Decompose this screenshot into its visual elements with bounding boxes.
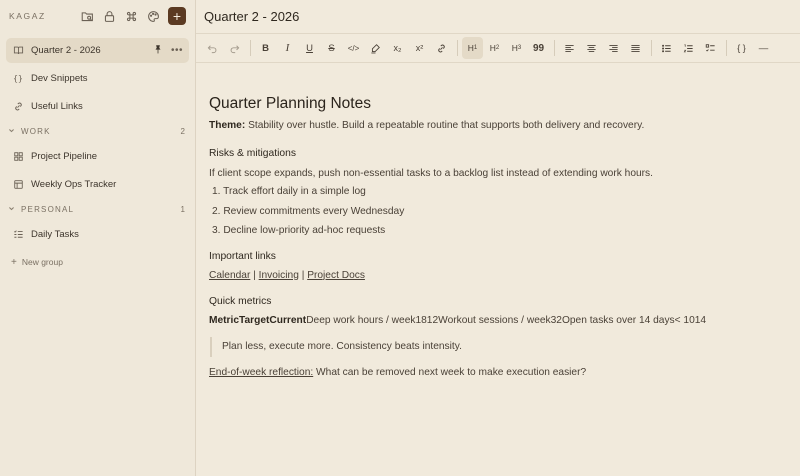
sidebar-item-label: Quarter 2 - 2026 — [31, 45, 101, 56]
app-brand: KAGAZ — [9, 11, 46, 21]
metrics-table: MetricTargetCurrentDeep work hours / wee… — [209, 315, 800, 326]
align-center-icon[interactable] — [581, 37, 602, 59]
align-right-icon[interactable] — [603, 37, 624, 59]
horizontal-rule-button[interactable]: — — [753, 37, 774, 59]
book-icon — [12, 45, 24, 57]
bold-button[interactable]: B — [255, 37, 276, 59]
theme-text: Stability over hustle. Build a repeatabl… — [245, 120, 645, 131]
group-header-work[interactable]: WORK 2 — [0, 122, 195, 140]
sidebar-item-daily-tasks[interactable]: Daily Tasks — [6, 222, 189, 247]
align-left-icon[interactable] — [559, 37, 580, 59]
risks-paragraph: If client scope expands, push non-essent… — [209, 168, 653, 179]
numbered-list-icon[interactable] — [678, 37, 699, 59]
command-icon[interactable] — [120, 5, 142, 27]
toolbar-divider — [554, 40, 555, 56]
links-paragraph: Calendar | Invoicing | Project Docs — [209, 270, 800, 281]
sidebar-item-quarter-2[interactable]: Quarter 2 - 2026 ••• — [6, 38, 189, 63]
italic-button[interactable]: I — [277, 37, 298, 59]
theme-label: Theme: — [209, 120, 246, 131]
new-group-button[interactable]: + New group — [0, 252, 195, 272]
group-title: WORK — [21, 126, 51, 136]
group-title: PERSONAL — [21, 204, 75, 214]
undo-button[interactable] — [202, 37, 223, 59]
lock-icon[interactable] — [98, 5, 120, 27]
document-body[interactable]: Quarter Planning Notes Theme: Stability … — [196, 63, 800, 378]
sidebar-item-project-pipeline[interactable]: Project Pipeline — [6, 144, 189, 169]
document-title[interactable]: Quarter 2 - 2026 — [196, 0, 800, 33]
sidebar: KAGAZ + Quarter 2 - 2026 ••• {} Dev Snip… — [0, 0, 196, 476]
toolbar-divider — [250, 40, 251, 56]
toolbar-divider — [457, 40, 458, 56]
project-docs-link[interactable]: Project Docs — [307, 270, 365, 281]
redo-button[interactable] — [224, 37, 245, 59]
editor-pane: Quarter 2 - 2026 B I U S </> x₂ x² H1 H … — [196, 0, 800, 476]
bullet-list-icon[interactable] — [656, 37, 677, 59]
underline-button[interactable]: U — [299, 37, 320, 59]
toolbar-divider — [651, 40, 652, 56]
strikethrough-button[interactable]: S — [321, 37, 342, 59]
blockquote-button[interactable]: 99 — [528, 37, 549, 59]
invoicing-link[interactable]: Invoicing — [259, 270, 299, 281]
link-separator: | — [250, 269, 259, 281]
heading-1-button[interactable]: H1 — [462, 37, 483, 59]
sidebar-item-label: Daily Tasks — [31, 229, 79, 240]
chevron-down-icon — [8, 127, 16, 136]
metrics-rows: Deep work hours / week1812Workout sessio… — [306, 314, 707, 326]
sidebar-item-useful-links[interactable]: Useful Links — [6, 94, 189, 119]
link-separator: | — [298, 269, 308, 281]
page-heading: Quarter Planning Notes — [209, 95, 371, 112]
superscript-button[interactable]: x² — [409, 37, 430, 59]
more-options-icon[interactable]: ••• — [171, 45, 183, 56]
sidebar-item-dev-snippets[interactable]: {} Dev Snippets — [6, 66, 189, 91]
risks-heading: Risks & mitigations — [209, 148, 296, 159]
group-header-personal[interactable]: PERSONAL 1 — [0, 200, 195, 218]
group-count: 2 — [180, 126, 185, 136]
metrics-heading: Quick metrics — [209, 295, 272, 307]
grid-icon — [12, 151, 24, 163]
palette-icon[interactable] — [142, 5, 164, 27]
chevron-down-icon — [8, 205, 16, 214]
task-list-icon[interactable] — [700, 37, 721, 59]
inline-code-button[interactable]: </> — [343, 37, 364, 59]
sidebar-item-label: Dev Snippets — [31, 73, 88, 84]
heading-2-button[interactable]: H2 — [484, 37, 505, 59]
mitigation-list: 1. Track effort daily in a simple log 2.… — [209, 185, 800, 244]
plus-icon: + — [11, 256, 17, 268]
sidebar-item-weekly-ops-tracker[interactable]: Weekly Ops Tracker — [6, 172, 189, 197]
app-window: KAGAZ + Quarter 2 - 2026 ••• {} Dev Snip… — [0, 0, 800, 476]
reflection-paragraph: End-of-week reflection: What can be remo… — [209, 367, 800, 378]
metrics-header: MetricTargetCurrent — [209, 314, 307, 326]
sidebar-tools: + — [76, 5, 186, 27]
sidebar-header: KAGAZ + — [0, 0, 195, 32]
sidebar-item-label: Useful Links — [31, 101, 83, 112]
subscript-button[interactable]: x₂ — [387, 37, 408, 59]
reflection-label: End-of-week reflection: — [209, 366, 314, 378]
braces-icon: {} — [13, 74, 23, 83]
theme-paragraph: Theme: Stability over hustle. Build a re… — [209, 119, 800, 133]
reflection-text: What can be removed next week to make ex… — [313, 366, 587, 378]
align-justify-icon[interactable] — [625, 37, 646, 59]
new-group-label: New group — [21, 257, 63, 267]
toolbar-divider — [726, 40, 727, 56]
links-heading: Important links — [209, 250, 276, 262]
list-item: 3. Decline low-priority ad-hoc requests — [212, 225, 386, 236]
heading-3-button[interactable]: H3 — [506, 37, 527, 59]
sidebar-item-label: Weekly Ops Tracker — [31, 179, 117, 190]
link-icon[interactable] — [431, 37, 452, 59]
pin-icon[interactable] — [153, 44, 163, 57]
blockquote: Plan less, execute more. Consistency bea… — [210, 336, 800, 357]
formatting-toolbar: B I U S </> x₂ x² H1 H2 H3 99 {} — — [196, 33, 800, 63]
list-item: 1. Track effort daily in a simple log — [212, 186, 366, 197]
group-count: 1 — [180, 204, 185, 214]
sidebar-item-label: Project Pipeline — [31, 151, 98, 162]
table-icon — [12, 179, 24, 191]
list-item: 2. Review commitments every Wednesday — [212, 205, 405, 217]
highlighter-icon[interactable] — [365, 37, 386, 59]
checklist-icon — [12, 229, 24, 241]
add-page-button[interactable]: + — [168, 7, 186, 25]
calendar-link[interactable]: Calendar — [209, 270, 250, 281]
link-icon — [12, 101, 24, 113]
code-block-button[interactable]: { } — [731, 37, 752, 59]
folder-search-icon[interactable] — [76, 5, 98, 27]
